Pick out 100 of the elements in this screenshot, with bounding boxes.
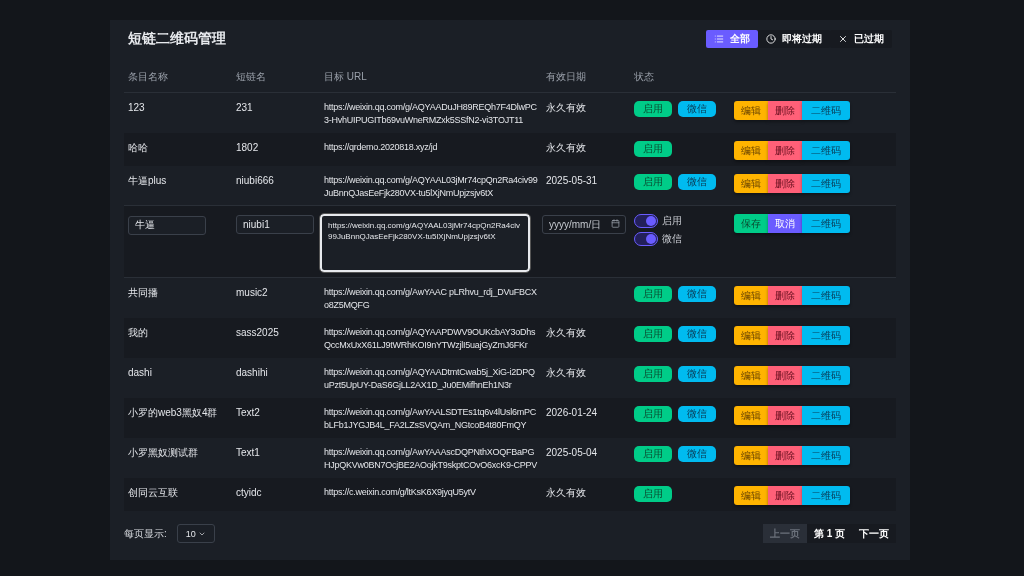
status-badge: 微信 [678, 446, 716, 463]
table-cell-text: 牛逼plus [127, 174, 168, 189]
edit-button[interactable]: 编辑 [734, 326, 768, 346]
date-input[interactable]: yyyy/mm/日 [542, 215, 626, 235]
url-cell-text: https://weixin.qq.com/g/AQYAADuJH89REQh7F4DlwPC3-HvhUIPUGITb69vuWneRMZxk5SSfN2-vi3TOJT11 [323, 101, 538, 128]
url-cell-text: https://weixin.qq.com/g/AwYAAAscDQPNthXOQFBaPGHJpQKVw0BN7OcjBE2AOojkT9skptCOvO6xcK9-CPPV [323, 446, 539, 473]
toggle-label: 启用 [662, 214, 682, 229]
status-badge: 启用 [634, 486, 672, 503]
short-link-input[interactable]: niubi1 [236, 215, 314, 235]
list-icon [714, 34, 724, 45]
table-cell-text: 我的 [127, 326, 149, 341]
qr-code-button[interactable]: 二维码 [802, 366, 850, 386]
url-cell-text: https://c.weixin.com/g/ltKsK6X9jyqU5ytV [323, 486, 477, 500]
url-cell-text: https://qrdemo.2020818.xyz/jd [323, 141, 439, 155]
page-size-select[interactable]: 10 [176, 524, 215, 544]
delete-button[interactable]: 删除 [768, 141, 802, 161]
status-badge: 微信 [678, 406, 716, 423]
column-header: 有效日期 [545, 69, 587, 84]
table-cell-text: 2025-05-04 [545, 446, 599, 461]
table-cell-text: 小罗黑奴测试群 [127, 446, 199, 461]
status-badge: 微信 [678, 101, 716, 118]
table-cell-text: sass2025 [235, 326, 280, 341]
status-badge: 启用 [634, 446, 672, 463]
table-cell-text: Text2 [235, 406, 261, 421]
table-cell-text: dashihi [235, 366, 269, 381]
url-cell-text: https://weixin.qq.com/g/AwYAAC pLRhvu_rdj_DVuFBCXo8Z5MQFG [323, 286, 538, 313]
calendar-icon [611, 219, 620, 229]
filter-tab[interactable]: 已过期 [830, 30, 892, 49]
filter-tab[interactable]: 即将过期 [758, 30, 830, 49]
status-badge: 启用 [634, 174, 672, 191]
status-badge: 启用 [634, 326, 672, 343]
qr-code-button[interactable]: 二维码 [802, 286, 850, 306]
table-cell-text: ctyidc [235, 486, 263, 501]
delete-button[interactable]: 删除 [768, 174, 802, 194]
save-button[interactable]: 保存 [734, 214, 768, 234]
edit-button[interactable]: 编辑 [734, 101, 768, 121]
delete-button[interactable]: 删除 [768, 366, 802, 386]
url-cell-text: https://weixin.qq.com/g/AQYAADtmtCwab5j_XiG-i2DPQuPzt5UpUY-DaS6GjLL2AX1D_Ju0EMifhnEh1N3r [323, 366, 536, 393]
edit-button[interactable]: 编辑 [734, 366, 768, 386]
table-cell-text: 永久有效 [545, 101, 587, 116]
pagination-button[interactable]: 下一页 [852, 524, 896, 544]
status-badge: 微信 [678, 286, 716, 303]
table-cell-text: 永久有效 [545, 141, 587, 156]
delete-button[interactable]: 删除 [768, 406, 802, 426]
table-cell-text: Text1 [235, 446, 261, 461]
delete-button[interactable]: 删除 [768, 286, 802, 306]
edit-button[interactable]: 编辑 [734, 174, 768, 194]
edit-button[interactable]: 编辑 [734, 286, 768, 306]
edit-button[interactable]: 编辑 [734, 446, 768, 466]
qr-code-button[interactable]: 二维码 [802, 101, 850, 121]
status-badge: 启用 [634, 406, 672, 423]
table-cell-text: 1802 [235, 141, 260, 156]
status-badge: 微信 [678, 366, 716, 383]
qr-code-button[interactable]: 二维码 [802, 141, 850, 161]
clock-icon [766, 34, 776, 45]
column-header: 状态 [633, 69, 655, 84]
qr-code-button[interactable]: 二维码 [802, 214, 850, 234]
table-cell-text: 永久有效 [545, 326, 587, 341]
table-cell-text: 2025-05-31 [545, 174, 599, 189]
page-size-label: 每页显示: [124, 526, 167, 541]
url-textarea[interactable]: https://weixin.qq.com/g/AQYAAL03jMr74cpQn2Ra4civ99JuBnnQJasEeFjk280VX-tu5lXjNmUpjzsjv6tX [320, 214, 530, 273]
toggle-switch[interactable] [634, 214, 658, 229]
delete-button[interactable]: 删除 [768, 326, 802, 346]
edit-button[interactable]: 编辑 [734, 406, 768, 426]
table-cell-text: 2026-01-24 [545, 406, 599, 421]
name-input[interactable]: 牛逼 [128, 215, 206, 235]
table-cell-text: 小罗的web3黑奴4群 [127, 406, 219, 421]
qr-code-button[interactable]: 二维码 [802, 406, 850, 426]
qr-code-button[interactable]: 二维码 [802, 446, 850, 466]
status-badge: 启用 [634, 141, 672, 158]
table-cell-text: 创同云互联 [127, 486, 179, 501]
column-header: 短链名 [235, 69, 267, 84]
table-cell-text: 永久有效 [545, 486, 587, 501]
table-cell-text: 永久有效 [545, 366, 587, 381]
column-header: 目标 URL [323, 69, 368, 84]
qr-code-button[interactable]: 二维码 [802, 174, 850, 194]
delete-button[interactable]: 删除 [768, 446, 802, 466]
status-badge: 启用 [634, 101, 672, 118]
delete-button[interactable]: 删除 [768, 486, 802, 506]
pagination-button[interactable]: 第 1 页 [806, 524, 852, 544]
cancel-button[interactable]: 取消 [768, 214, 802, 234]
table-cell-text: 123 [127, 101, 146, 116]
edit-button[interactable]: 编辑 [734, 486, 768, 506]
table-cell-text: 231 [235, 101, 254, 116]
table-cell-text: dashi [127, 366, 153, 381]
table-cell-text: 共同播 [127, 286, 159, 301]
toggle-label: 微信 [662, 232, 682, 247]
close-icon [838, 34, 848, 45]
filter-tab[interactable]: 全部 [706, 30, 758, 49]
qr-code-button[interactable]: 二维码 [802, 486, 850, 506]
toggle-switch[interactable] [634, 232, 658, 247]
edit-button[interactable]: 编辑 [734, 141, 768, 161]
delete-button[interactable]: 删除 [768, 101, 802, 121]
url-cell-text: https://weixin.qq.com/g/AwYAALSDTEs1tq6v4lUsl6mPCbLFb1JYGJB4L_FA2LZsSVQAm_NGtcoB4t80FmQY [323, 406, 537, 433]
column-header: 条目名称 [127, 69, 169, 84]
url-cell-text: https://weixin.qq.com/g/AQYAAPDWV9OUKcbAY3oDhsQccMxUxX61LJ9tWRhKOI9nYTWzjlI5uajGyZmJ6FKr [323, 326, 537, 353]
table-cell-text: niubi666 [235, 174, 275, 189]
status-badge: 微信 [678, 174, 716, 191]
status-badge: 启用 [634, 366, 672, 383]
qr-code-button[interactable]: 二维码 [802, 326, 850, 346]
